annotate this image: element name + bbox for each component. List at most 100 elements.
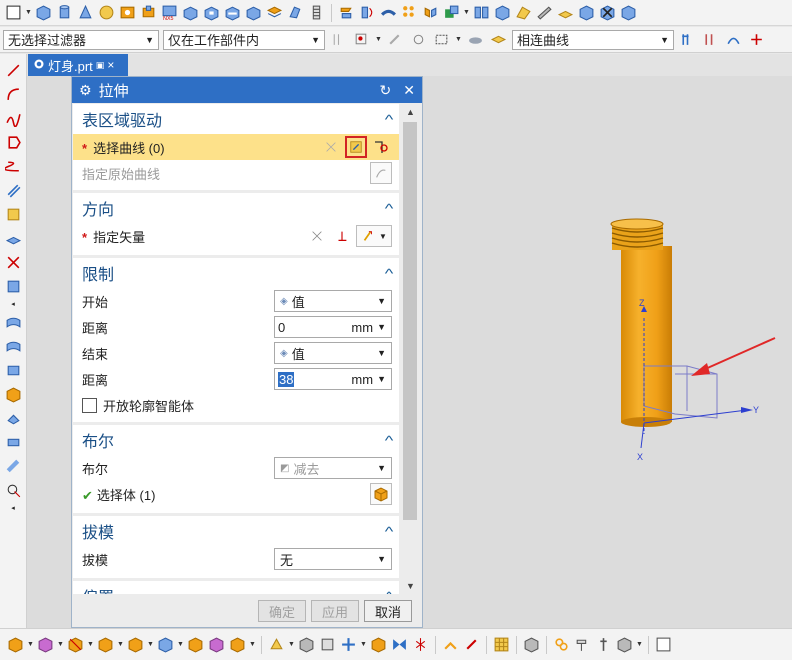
part-nav-icon[interactable] [615, 635, 634, 654]
pin-tool-icon[interactable] [594, 635, 613, 654]
chevron-down-icon[interactable]: ▼ [375, 36, 382, 43]
emboss-icon[interactable] [286, 3, 305, 22]
type-filter-select[interactable]: 无选择过滤器 ▼ [3, 29, 159, 50]
chevron-down-icon[interactable]: ▼ [455, 36, 462, 43]
stop-at-intersection-icon[interactable] [678, 30, 697, 49]
rectangle-select-icon[interactable] [432, 30, 451, 49]
selection-scope-select[interactable]: 仅在工作部件内 ▼ [163, 29, 325, 50]
chevron-down-icon[interactable]: ▼ [25, 9, 32, 16]
ok-button[interactable]: 确定 [258, 600, 306, 622]
sketch-square-icon[interactable] [4, 3, 23, 22]
chevron-down-icon[interactable]: ▼ [288, 641, 295, 648]
groove-icon[interactable] [244, 3, 263, 22]
follow-fillet-icon[interactable] [701, 30, 720, 49]
boolean-header[interactable]: 布尔 ^ [82, 425, 394, 455]
nx5-icon[interactable]: NX5 [160, 3, 179, 22]
chevron-down-icon[interactable]: ▼ [636, 641, 643, 648]
chevron-down-icon[interactable]: ▼ [87, 641, 94, 648]
offset-header[interactable]: 偏置 ^ [82, 581, 393, 595]
delete-body-icon[interactable] [598, 3, 617, 22]
start-distance-input[interactable]: 0 mm ▼ [274, 316, 392, 338]
collapse-icon[interactable]: ^ [385, 266, 394, 281]
constraint-icon[interactable] [339, 635, 358, 654]
close-icon[interactable]: ✕ [403, 82, 415, 99]
deselect-icon[interactable] [320, 136, 342, 158]
quick-pick-icon[interactable] [386, 30, 405, 49]
gear-icon[interactable]: ⚙ [79, 82, 92, 99]
select-curve-row[interactable]: * 选择曲线 (0) [73, 134, 399, 160]
chevron-down-icon[interactable]: ▼ [463, 9, 470, 16]
hole-icon[interactable] [118, 3, 137, 22]
extrude-icon[interactable] [337, 3, 356, 22]
drawing-icon[interactable] [654, 635, 673, 654]
project-curve-icon[interactable] [3, 228, 23, 248]
limits-header[interactable]: 限制 ^ [82, 258, 394, 288]
boolean-select[interactable]: ◩ 减去 ▼ [274, 457, 392, 479]
chevron-down-icon[interactable]: ▼ [377, 322, 386, 332]
box-icon[interactable] [577, 3, 596, 22]
end-option-select[interactable]: ◈ 值 ▼ [274, 342, 392, 364]
trim-sheet-icon[interactable] [3, 384, 23, 404]
feature-icon[interactable] [267, 635, 286, 654]
unite-icon[interactable] [442, 3, 461, 22]
block-icon[interactable] [34, 3, 53, 22]
feature-curves-icon[interactable] [724, 30, 743, 49]
sweep-icon[interactable] [379, 3, 398, 22]
surface-icon[interactable] [3, 312, 23, 332]
mesh-surface-icon[interactable] [3, 336, 23, 356]
bridge-curve-icon[interactable] [3, 204, 23, 224]
reverse-direction-icon[interactable] [306, 225, 328, 247]
chevron-down-icon[interactable]: ▼ [177, 641, 184, 648]
dart-icon[interactable] [265, 3, 284, 22]
collapse-icon[interactable]: ^ [385, 112, 394, 127]
helix-icon[interactable] [3, 156, 23, 176]
chevron-down-icon[interactable]: ▼ [27, 641, 34, 648]
direction-header[interactable]: 方向 ^ [82, 193, 394, 223]
thread-icon[interactable] [307, 3, 326, 22]
pocket-icon[interactable] [202, 3, 221, 22]
book-icon[interactable] [472, 3, 491, 22]
shell-icon[interactable] [493, 3, 512, 22]
point-snap-icon[interactable] [352, 30, 371, 49]
cylinder-icon[interactable] [55, 3, 74, 22]
tab-document[interactable]: 灯身.prt ▣ × [28, 54, 128, 76]
swept-surface-icon[interactable] [3, 360, 23, 380]
cone-icon[interactable] [76, 3, 95, 22]
cancel-button[interactable]: 取消 [364, 600, 412, 622]
start-option-select[interactable]: ◈ 值 ▼ [274, 290, 392, 312]
select-body-row[interactable]: ✔ 选择体 (1) [82, 481, 392, 507]
face-rule-icon[interactable] [489, 30, 508, 49]
blend-icon[interactable] [619, 3, 638, 22]
scroll-up-icon[interactable]: ▲ [401, 104, 420, 120]
measure-icon[interactable] [186, 635, 205, 654]
curve-rule-select[interactable]: 相连曲线 ▼ [512, 29, 674, 50]
component-icon[interactable] [318, 635, 337, 654]
snap-point-icon[interactable] [441, 635, 460, 654]
edit-face-icon[interactable] [535, 3, 554, 22]
pin-icon[interactable]: ▣ [96, 60, 105, 71]
thicken-icon[interactable] [3, 432, 23, 452]
revolve-icon[interactable] [358, 3, 377, 22]
draft-select[interactable]: 无 ▼ [274, 548, 392, 570]
clip-icon[interactable] [228, 635, 247, 654]
collapse-icon[interactable]: ^ [385, 201, 394, 216]
layer-icon[interactable] [126, 635, 145, 654]
end-distance-input[interactable]: 38 mm ▼ [274, 368, 392, 390]
draft-header[interactable]: 拔模 ^ [82, 516, 394, 546]
chevron-down-icon[interactable]: ▼ [377, 374, 386, 384]
collapse-icon[interactable]: ^ [385, 433, 394, 448]
vector-dialog-icon[interactable] [331, 225, 353, 247]
more-arrow-icon[interactable]: ◂ [3, 504, 23, 512]
chevron-down-icon[interactable]: ▼ [249, 641, 256, 648]
view-orient-icon[interactable] [6, 635, 25, 654]
dialog-title-bar[interactable]: ⚙ 拉伸 ↻ ✕ [72, 77, 422, 103]
split-icon[interactable] [411, 635, 430, 654]
offset-curve-icon[interactable] [3, 180, 23, 200]
dialog-scrollbar[interactable]: ▲ ▼ [401, 104, 420, 594]
move-object-icon[interactable] [156, 635, 175, 654]
collapse-icon[interactable]: ^ [385, 524, 394, 539]
close-icon[interactable]: × [107, 58, 114, 72]
sphere-icon[interactable] [97, 3, 116, 22]
tool-icon[interactable] [573, 635, 592, 654]
line-icon[interactable] [3, 60, 23, 80]
